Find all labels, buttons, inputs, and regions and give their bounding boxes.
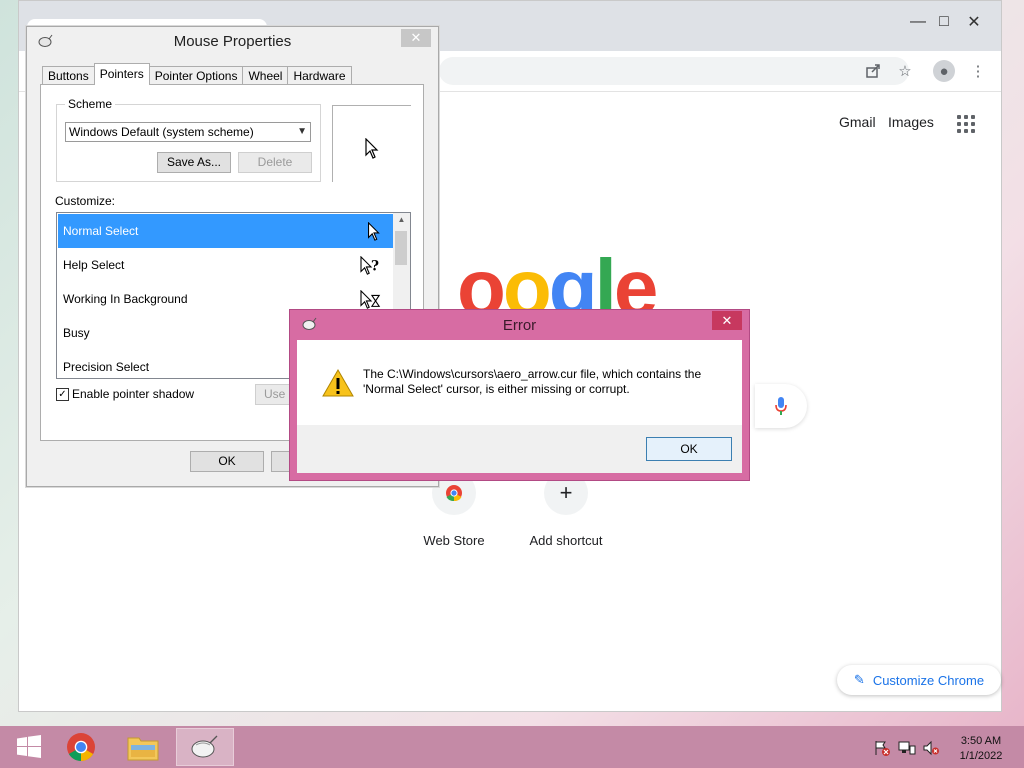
customize-chrome-button[interactable]: ✎ Customize Chrome <box>837 665 1001 695</box>
clock-date: 1/1/2022 <box>959 750 1003 762</box>
google-apps-icon[interactable] <box>957 115 975 133</box>
gmail-link[interactable]: Gmail <box>839 114 876 130</box>
arrow-cursor-icon <box>368 222 380 241</box>
list-item-label: Help Select <box>63 258 125 272</box>
pointer-shadow-checkbox[interactable]: ✓ Enable pointer shadow <box>56 387 194 401</box>
dialog-title: Mouse Properties <box>173 33 292 50</box>
dialog-title: Error <box>502 317 537 334</box>
ok-button[interactable]: OK <box>646 437 732 461</box>
customize-chrome-label: Customize Chrome <box>872 672 985 688</box>
tab-strip: Buttons Pointers Pointer Options Wheel H… <box>42 63 352 86</box>
mouse-icon <box>191 735 218 758</box>
cursor-preview <box>332 105 411 182</box>
error-message: The C:\Windows\cursors\aero_arrow.cur fi… <box>363 367 702 396</box>
folder-icon <box>127 737 159 761</box>
chevron-down-icon: ▼ <box>297 126 307 137</box>
list-item-label: Normal Select <box>63 224 139 238</box>
voice-search-icon[interactable] <box>755 384 807 428</box>
list-item-label: Busy <box>63 326 90 340</box>
error-dialog: Error ✕ The C:\Windows\cursors\aero_arro… <box>289 309 750 481</box>
help-cursor-icon: ? <box>360 256 379 275</box>
shortcut-label: Web Store <box>423 533 485 548</box>
share-icon[interactable] <box>862 60 884 82</box>
windows-logo-icon <box>17 735 41 758</box>
start-button[interactable] <box>0 728 58 766</box>
taskbar: 3:50 AM 1/1/2022 <box>0 726 1024 768</box>
images-link[interactable]: Images <box>888 114 934 130</box>
tab-wheel[interactable]: Wheel <box>242 66 289 85</box>
scheme-label: Scheme <box>65 97 116 111</box>
working-cursor-icon <box>360 290 381 309</box>
ok-button[interactable]: OK <box>190 451 264 472</box>
taskbar-mouse-properties[interactable] <box>176 728 234 766</box>
address-bar[interactable] <box>439 57 909 85</box>
dialog-titlebar[interactable]: Error ✕ <box>290 310 749 340</box>
warning-icon <box>322 368 354 397</box>
tab-pointers[interactable]: Pointers <box>93 63 150 85</box>
list-item-help-select[interactable]: Help Select ? <box>58 248 393 282</box>
scheme-dropdown[interactable]: Windows Default (system scheme) ▼ <box>65 122 311 142</box>
action-center-flag-icon[interactable] <box>873 740 891 756</box>
scroll-up-icon[interactable]: ▲ <box>393 215 410 224</box>
svg-text:?: ? <box>371 259 379 275</box>
taskbar-file-explorer[interactable] <box>114 728 172 766</box>
dialog-titlebar[interactable]: Mouse Properties ✕ <box>27 27 438 57</box>
scrollbar-thumb[interactable] <box>395 231 407 265</box>
clock-time: 3:50 AM <box>960 735 1002 747</box>
taskbar-chrome[interactable] <box>52 728 110 766</box>
dialog-body: The C:\Windows\cursors\aero_arrow.cur fi… <box>297 340 742 473</box>
tab-buttons[interactable]: Buttons <box>42 66 95 85</box>
checkbox-check-icon[interactable]: ✓ <box>56 387 69 401</box>
shortcut-label: Add shortcut <box>529 533 603 548</box>
pencil-icon: ✎ <box>853 672 865 687</box>
list-item-normal-select[interactable]: Normal Select <box>58 214 393 248</box>
close-button[interactable]: ✕ <box>401 29 431 47</box>
volume-muted-icon[interactable] <box>922 740 940 756</box>
chrome-menu-icon[interactable]: ⋮ <box>967 60 989 82</box>
delete-button[interactable]: Delete <box>238 152 312 173</box>
maximize-button[interactable]: □ <box>929 9 959 35</box>
system-clock[interactable]: 3:50 AM 1/1/2022 <box>946 734 1016 764</box>
scheme-value: Windows Default (system scheme) <box>69 125 254 139</box>
scheme-group: Scheme Windows Default (system scheme) ▼… <box>56 97 321 182</box>
network-icon[interactable] <box>898 740 916 756</box>
close-button[interactable]: ✕ <box>712 311 742 330</box>
shortcut-add[interactable]: + Add shortcut <box>506 471 626 548</box>
save-as-button[interactable]: Save As... <box>157 152 231 173</box>
pointer-shadow-label: Enable pointer shadow <box>72 387 195 401</box>
chrome-icon <box>67 733 95 761</box>
tab-pointer-options[interactable]: Pointer Options <box>148 66 244 85</box>
customize-label: Customize: <box>55 194 116 208</box>
arrow-cursor-icon <box>365 138 379 159</box>
list-item-label: Precision Select <box>63 360 150 374</box>
profile-avatar-icon[interactable]: ● <box>933 60 955 82</box>
list-item-label: Working In Background <box>63 292 188 306</box>
tab-hardware[interactable]: Hardware <box>287 66 352 85</box>
bookmark-star-icon[interactable]: ☆ <box>894 60 916 82</box>
close-button[interactable]: ✕ <box>959 9 989 35</box>
